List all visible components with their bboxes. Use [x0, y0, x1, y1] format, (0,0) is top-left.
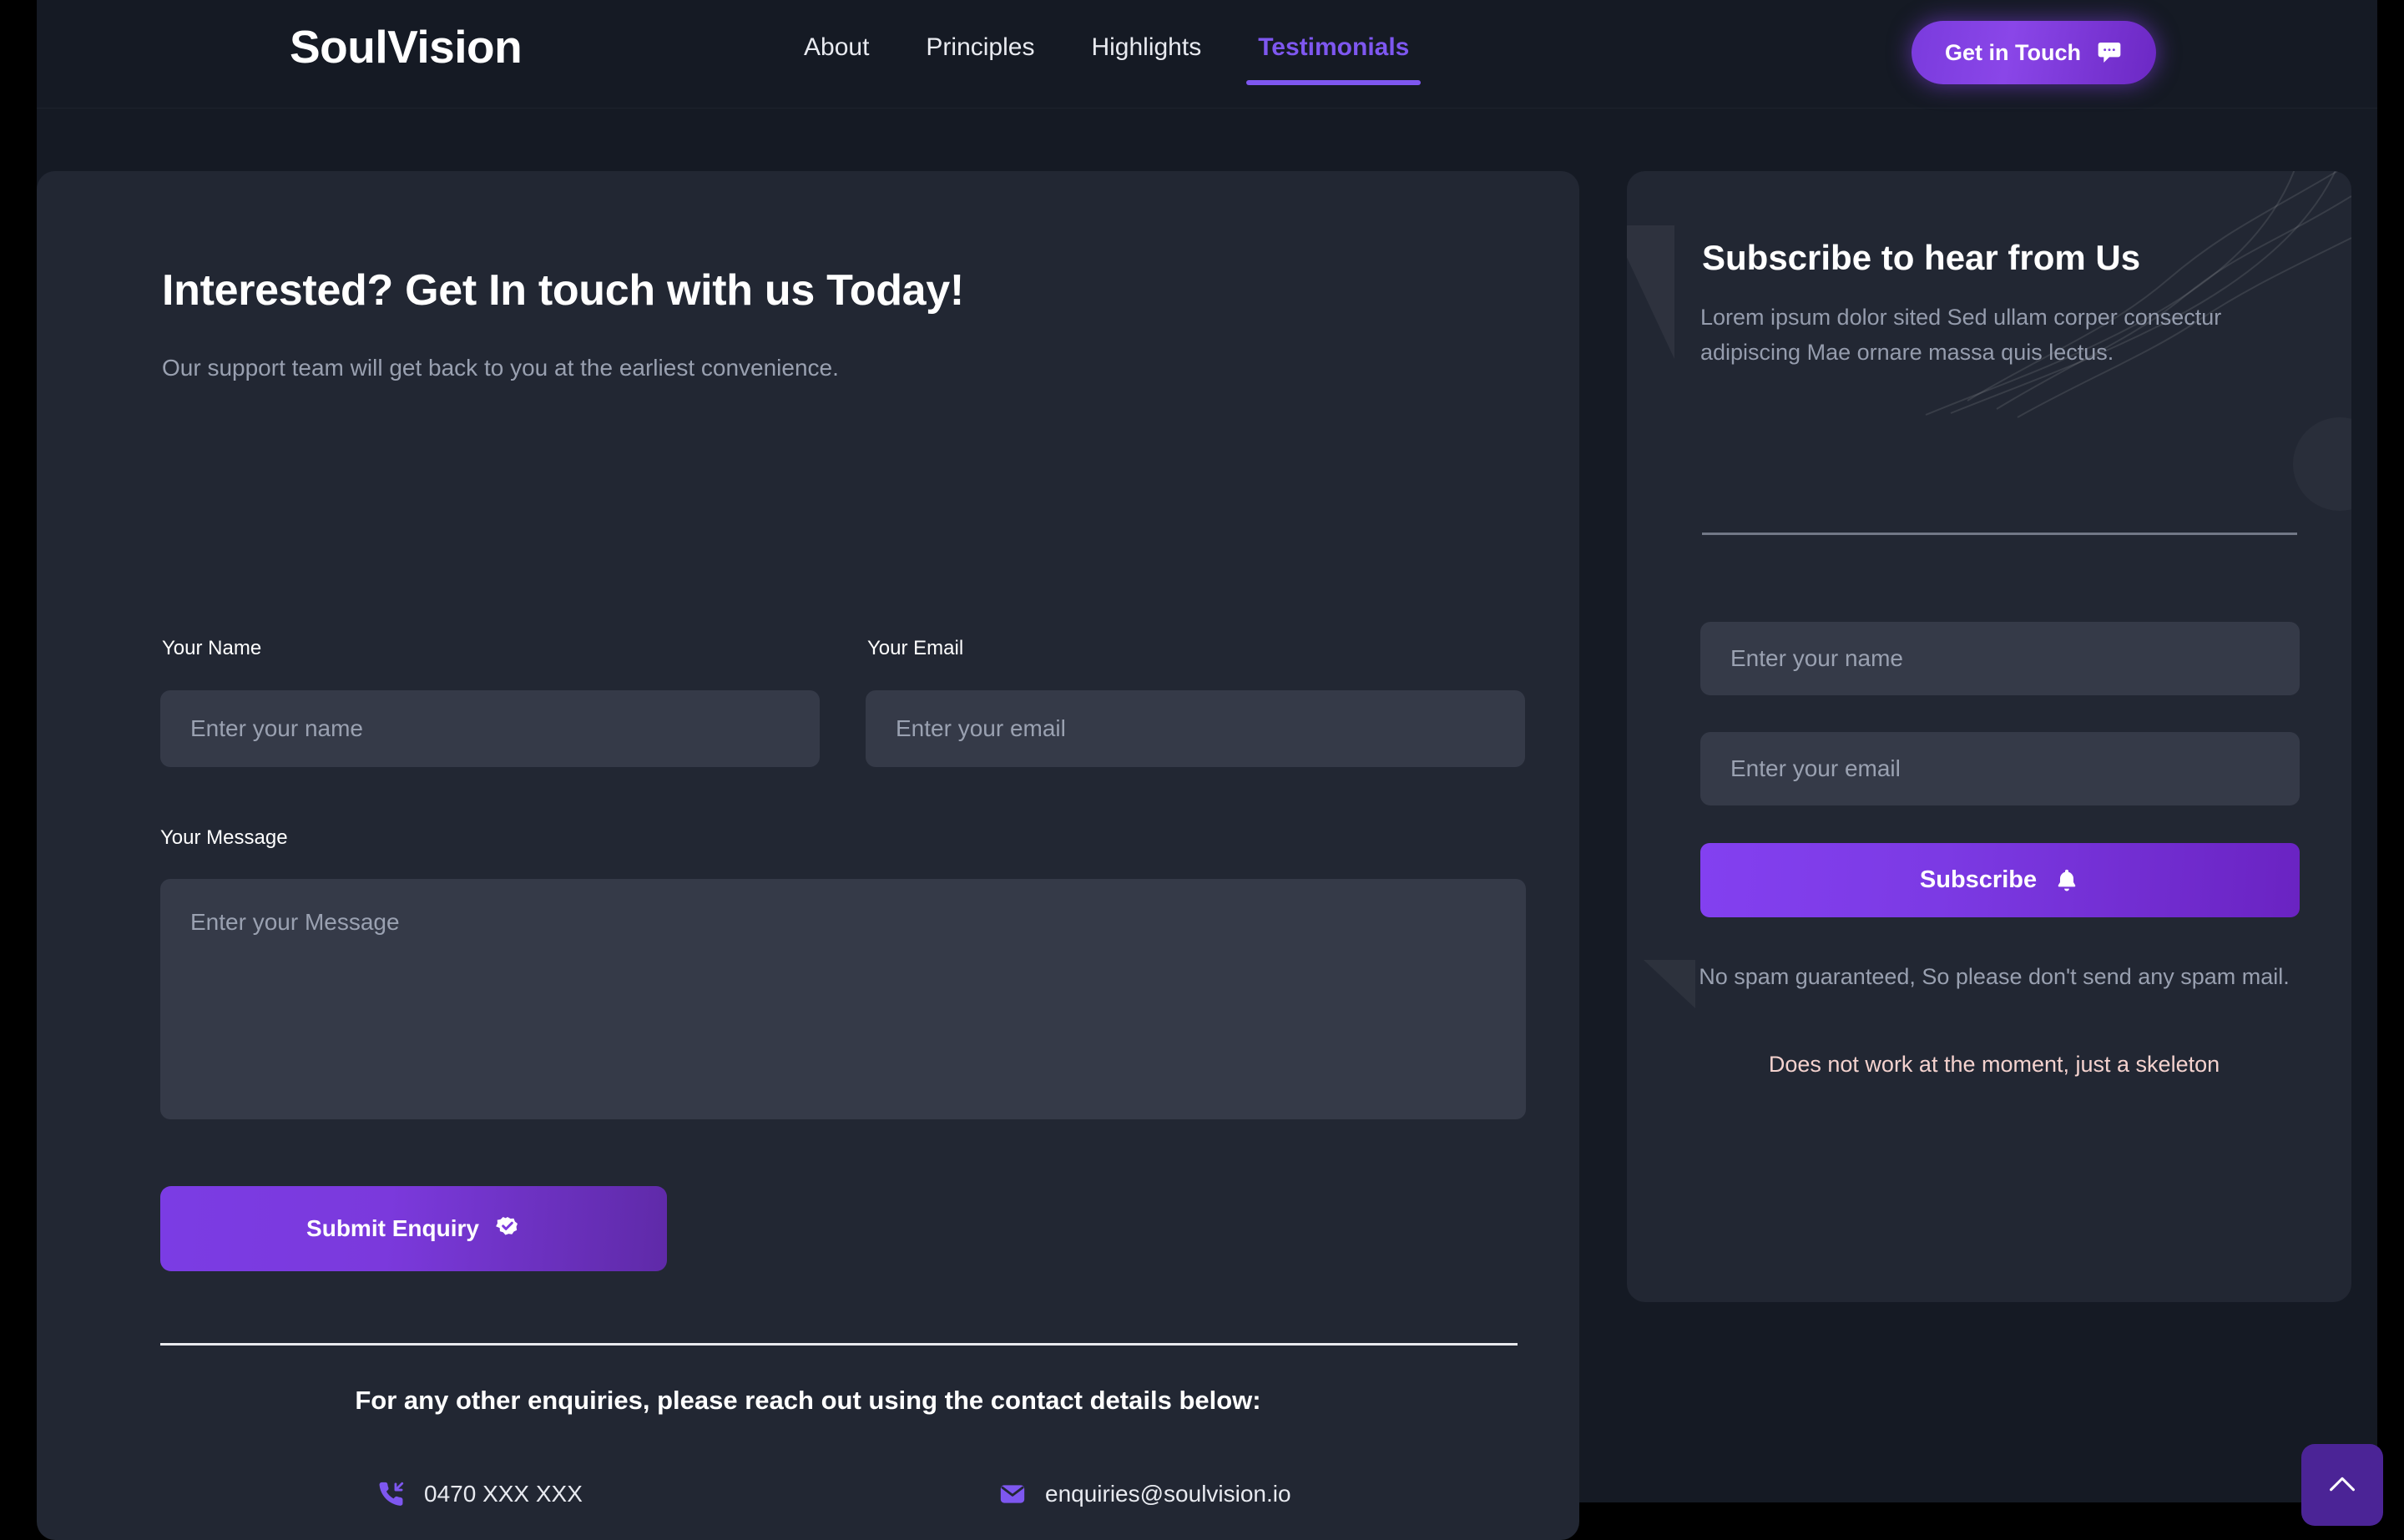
name-label: Your Name — [162, 637, 262, 659]
envelope-icon — [998, 1480, 1027, 1508]
contact-email-value: enquiries@soulvision.io — [1045, 1481, 1291, 1507]
contact-email-row[interactable]: enquiries@soulvision.io — [998, 1480, 1291, 1508]
subscribe-card: Subscribe to hear from Us Lorem ipsum do… — [1627, 171, 2351, 1302]
contact-subheading: Our support team will get back to you at… — [162, 355, 839, 381]
submit-enquiry-button[interactable]: Submit Enquiry — [160, 1186, 667, 1271]
site-logo[interactable]: SoulVision — [290, 20, 523, 73]
subscribe-email-input[interactable] — [1700, 732, 2300, 805]
contact-phone-value: 0470 XXX XXX — [424, 1481, 583, 1507]
submit-enquiry-label: Submit Enquiry — [306, 1215, 479, 1241]
subscribe-spam-note: No spam guaranteed, So please don't send… — [1699, 964, 2290, 989]
name-input[interactable] — [160, 690, 820, 767]
phone-incoming-icon — [377, 1480, 406, 1508]
chevron-up-icon — [2323, 1466, 2361, 1504]
message-textarea[interactable] — [160, 879, 1526, 1119]
get-in-touch-label: Get in Touch — [1945, 39, 2081, 65]
subscribe-warning-note: Does not work at the moment, just a skel… — [1768, 1052, 2220, 1077]
verified-check-icon — [494, 1215, 521, 1242]
contact-card: Interested? Get In touch with us Today! … — [37, 171, 1579, 1540]
section-divider — [160, 1343, 1518, 1346]
bell-icon — [2053, 867, 2080, 894]
scroll-to-top-button[interactable] — [2301, 1444, 2383, 1526]
circle-decoration-icon — [2293, 417, 2351, 511]
nav-item-principles[interactable]: Principles — [897, 30, 1063, 65]
site-header: SoulVision About Principles Highlights T… — [37, 0, 2377, 109]
chat-bubble-icon — [2096, 39, 2123, 66]
message-label: Your Message — [160, 826, 288, 849]
contact-heading: Interested? Get In touch with us Today! — [162, 266, 964, 315]
subscribe-button[interactable]: Subscribe — [1700, 843, 2300, 917]
page-root: SoulVision About Principles Highlights T… — [37, 0, 2383, 1540]
nav-item-highlights[interactable]: Highlights — [1063, 30, 1230, 65]
page-content: Interested? Get In touch with us Today! … — [37, 109, 2383, 1540]
nav-item-about[interactable]: About — [775, 30, 897, 65]
subscribe-name-input[interactable] — [1700, 622, 2300, 695]
nav-item-testimonials[interactable]: Testimonials — [1230, 30, 1437, 85]
email-label: Your Email — [867, 637, 964, 659]
main-nav: About Principles Highlights Testimonials — [775, 30, 1437, 85]
email-input[interactable] — [866, 690, 1525, 767]
get-in-touch-button[interactable]: Get in Touch — [1912, 21, 2156, 84]
subscribe-divider — [1702, 533, 2297, 535]
contact-details-note: For any other enquiries, please reach ou… — [355, 1386, 1261, 1415]
subscribe-heading: Subscribe to hear from Us — [1702, 238, 2141, 277]
triangle-decoration-top-icon — [1627, 225, 1674, 359]
subscribe-button-label: Subscribe — [1919, 866, 2038, 893]
contact-phone-row[interactable]: 0470 XXX XXX — [377, 1480, 583, 1508]
wave-lines-decoration-icon — [1925, 171, 2351, 418]
subscribe-description: Lorem ipsum dolor sited Sed ullam corper… — [1700, 305, 2222, 365]
